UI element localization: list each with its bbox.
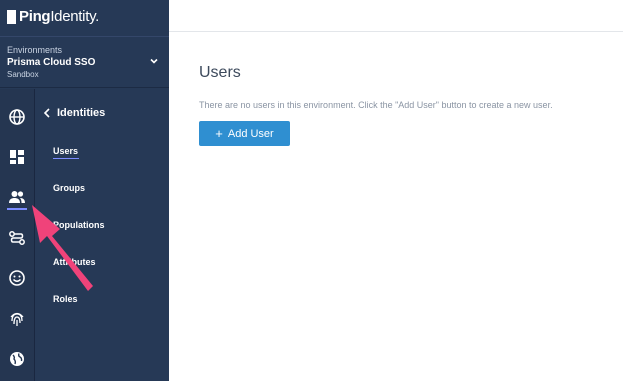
fingerprint-icon[interactable]	[7, 309, 27, 329]
chevron-down-icon[interactable]	[149, 56, 159, 66]
sidebar: PingIdentity. Environments Prisma Cloud …	[0, 0, 169, 381]
environment-type: Sandbox	[7, 70, 39, 79]
active-indicator	[7, 208, 27, 210]
subnav-item-groups[interactable]: Groups	[53, 183, 85, 193]
world-icon[interactable]	[7, 349, 27, 369]
logo-mark-icon	[7, 9, 16, 24]
users-icon[interactable]	[7, 187, 27, 207]
plus-icon: +	[215, 126, 223, 141]
globe-icon[interactable]	[7, 107, 27, 127]
dashboard-icon[interactable]	[7, 147, 27, 167]
experiences-icon[interactable]	[7, 268, 27, 288]
subnav-header[interactable]: Identities	[43, 107, 105, 119]
subnav-item-users[interactable]: Users	[53, 146, 78, 156]
subnav-item-roles[interactable]: Roles	[53, 294, 78, 304]
add-user-button[interactable]: + Add User	[199, 121, 290, 146]
environment-label: Environments	[7, 45, 63, 55]
environment-selector[interactable]: Environments Prisma Cloud SSO Sandbox	[0, 36, 169, 88]
empty-state-message: There are no users in this environment. …	[199, 100, 553, 110]
top-bar	[169, 0, 623, 32]
ping-identity-logo[interactable]: PingIdentity.	[7, 8, 99, 25]
logo-text: PingIdentity.	[19, 8, 100, 25]
environment-name: Prisma Cloud SSO	[7, 57, 96, 68]
subnav-active-underline	[53, 158, 79, 159]
page-title: Users	[199, 64, 241, 81]
add-user-label: Add User	[227, 127, 274, 140]
logo-bar: PingIdentity.	[0, 0, 169, 36]
subnav-item-populations[interactable]: Populations	[53, 220, 105, 230]
chevron-left-icon[interactable]	[43, 108, 51, 118]
subnav-header-label: Identities	[57, 107, 106, 119]
connections-icon[interactable]	[7, 228, 27, 248]
identities-subnav: Identities Users Groups Populations Attr…	[35, 89, 169, 381]
subnav-item-attributes[interactable]: Attributes	[53, 257, 96, 267]
icon-rail	[0, 89, 35, 381]
